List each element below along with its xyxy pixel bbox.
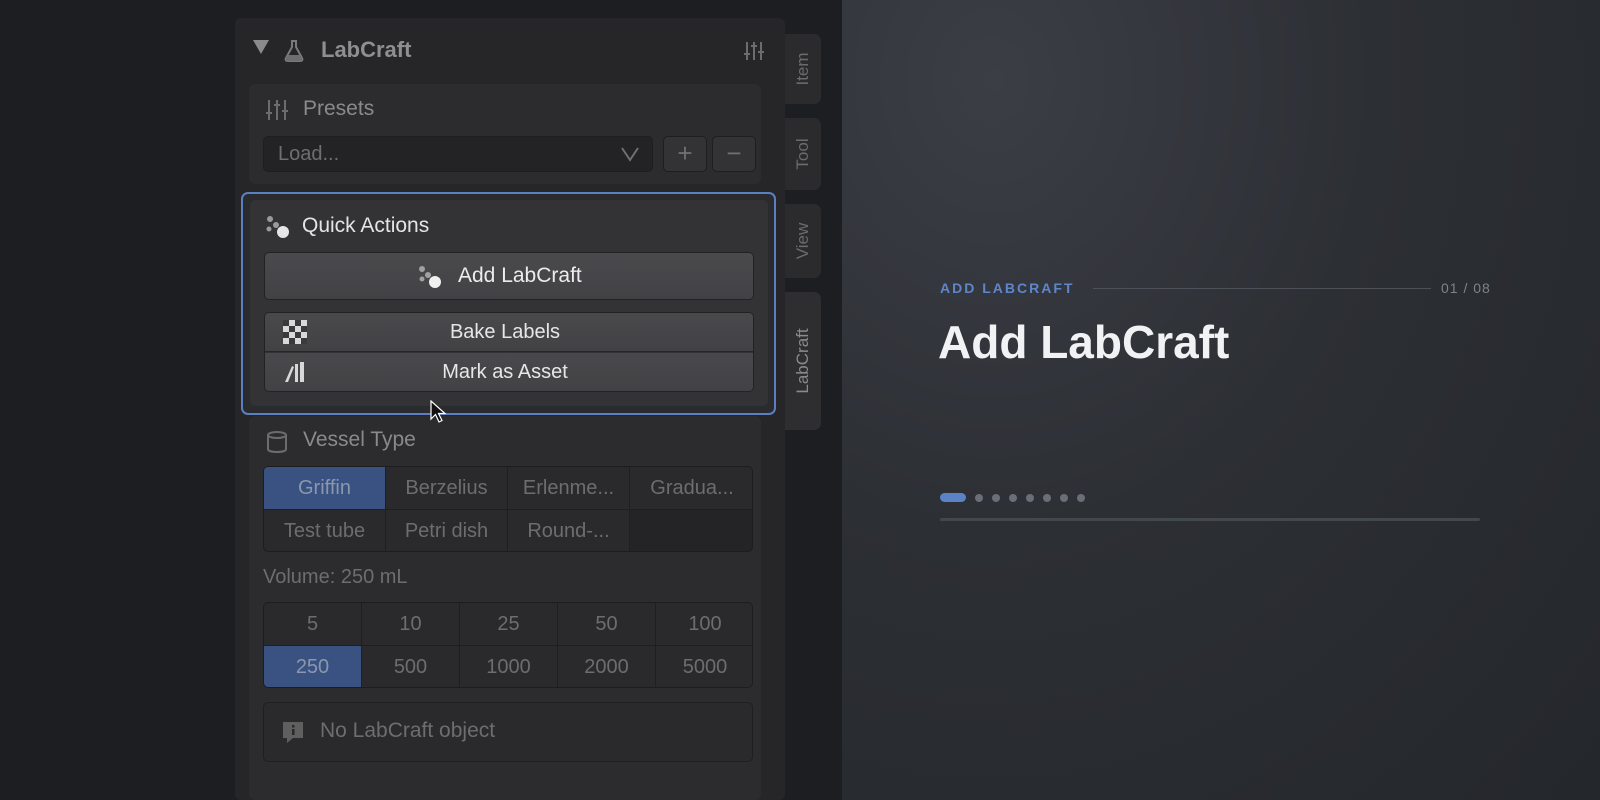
volume-option[interactable]: 10 bbox=[362, 603, 459, 645]
step-dot[interactable] bbox=[1009, 494, 1017, 502]
mark-as-asset-label: Mark as Asset bbox=[442, 361, 568, 383]
volume-option[interactable]: 5000 bbox=[656, 646, 752, 687]
mark-as-asset-button[interactable]: Mark as Asset bbox=[265, 353, 753, 391]
volume-option-selected[interactable]: 250 bbox=[264, 646, 361, 687]
step-dot[interactable] bbox=[1077, 494, 1085, 502]
flask-icon bbox=[284, 40, 304, 62]
eyebrow-divider bbox=[1093, 288, 1431, 289]
tutorial-background bbox=[842, 0, 1600, 800]
mouse-cursor-icon bbox=[430, 400, 446, 423]
volume-option[interactable]: 25 bbox=[460, 603, 557, 645]
tab-labcraft[interactable]: LabCraft bbox=[785, 292, 821, 430]
step-dot[interactable] bbox=[975, 494, 983, 502]
vessel-option-graduated[interactable]: Gradua... bbox=[630, 467, 752, 509]
sliders-icon[interactable] bbox=[743, 40, 765, 62]
quick-actions-highlight: Quick Actions Add LabCraft Bake Labels M… bbox=[241, 192, 776, 415]
vessel-option-round-bottom[interactable]: Round-... bbox=[508, 510, 629, 551]
dots-icon bbox=[419, 266, 441, 288]
step-dot[interactable] bbox=[992, 494, 1000, 502]
tab-view[interactable]: View bbox=[785, 204, 821, 278]
volume-label: Volume: 250 mL bbox=[263, 566, 408, 588]
collapse-triangle-icon[interactable] bbox=[253, 40, 269, 54]
vessel-option-berzelius[interactable]: Berzelius bbox=[386, 467, 507, 509]
volume-option[interactable]: 2000 bbox=[558, 646, 655, 687]
preset-select-value: Load... bbox=[278, 143, 340, 165]
bake-labels-button[interactable]: Bake Labels bbox=[265, 313, 753, 352]
preset-select[interactable]: Load... bbox=[263, 136, 653, 172]
bake-labels-label: Bake Labels bbox=[449, 321, 561, 343]
vessel-type-grid: Griffin Berzelius Erlenme... Gradua... T… bbox=[263, 466, 753, 552]
add-labcraft-button[interactable]: Add LabCraft bbox=[264, 252, 754, 300]
add-labcraft-label: Add LabCraft bbox=[458, 264, 582, 287]
presets-subpanel: Presets Load... + − bbox=[249, 84, 761, 184]
step-dot[interactable] bbox=[1043, 494, 1051, 502]
dots-icon bbox=[266, 216, 289, 238]
tab-view-label: View bbox=[793, 222, 812, 260]
cylinder-icon bbox=[267, 431, 287, 454]
vessel-subpanel: Vessel Type Griffin Berzelius Erlenme...… bbox=[249, 416, 761, 800]
presets-title: Presets bbox=[303, 97, 375, 120]
info-icon bbox=[283, 722, 303, 743]
step-headline: Add LabCraft bbox=[938, 316, 1230, 368]
panel-title: LabCraft bbox=[321, 37, 412, 62]
chevron-down-icon bbox=[621, 147, 639, 162]
vessel-option-test-tube[interactable]: Test tube bbox=[264, 510, 385, 551]
vessel-option-petri-dish[interactable]: Petri dish bbox=[386, 510, 507, 551]
info-box: No LabCraft object bbox=[263, 702, 753, 762]
vessel-option-griffin[interactable]: Griffin bbox=[264, 467, 385, 509]
tab-tool-label: Tool bbox=[793, 138, 812, 170]
tab-tool[interactable]: Tool bbox=[785, 118, 821, 190]
volume-option[interactable]: 100 bbox=[656, 603, 752, 645]
step-dot[interactable] bbox=[1026, 494, 1034, 502]
remove-preset-button[interactable]: − bbox=[712, 136, 756, 172]
vessel-option-empty bbox=[630, 510, 752, 551]
quick-actions-title: Quick Actions bbox=[302, 214, 430, 237]
panel-header[interactable]: LabCraft bbox=[235, 18, 785, 84]
progress-track bbox=[940, 518, 1480, 521]
volume-option[interactable]: 1000 bbox=[460, 646, 557, 687]
add-preset-button[interactable]: + bbox=[663, 136, 707, 172]
volume-grid: 5 10 25 50 100 250 500 1000 2000 5000 bbox=[263, 602, 753, 688]
info-message: No LabCraft object bbox=[320, 719, 496, 742]
action-button-group: Bake Labels Mark as Asset bbox=[264, 312, 754, 392]
step-counter: 01 / 08 bbox=[1441, 280, 1491, 296]
vessel-option-erlenmeyer[interactable]: Erlenme... bbox=[508, 467, 629, 509]
step-dot[interactable] bbox=[940, 493, 966, 502]
volume-option[interactable]: 5 bbox=[264, 603, 361, 645]
volume-option[interactable]: 500 bbox=[362, 646, 459, 687]
tab-labcraft-label: LabCraft bbox=[793, 328, 812, 394]
step-eyebrow: ADD LABCRAFT bbox=[940, 280, 1075, 296]
step-dot[interactable] bbox=[1060, 494, 1068, 502]
tab-item-label: Item bbox=[793, 52, 812, 86]
quick-actions-subpanel: Quick Actions Add LabCraft Bake Labels M… bbox=[250, 200, 768, 406]
vessel-title: Vessel Type bbox=[303, 428, 416, 451]
volume-option[interactable]: 50 bbox=[558, 603, 655, 645]
tab-item[interactable]: Item bbox=[785, 34, 821, 104]
sliders-icon bbox=[266, 100, 288, 120]
